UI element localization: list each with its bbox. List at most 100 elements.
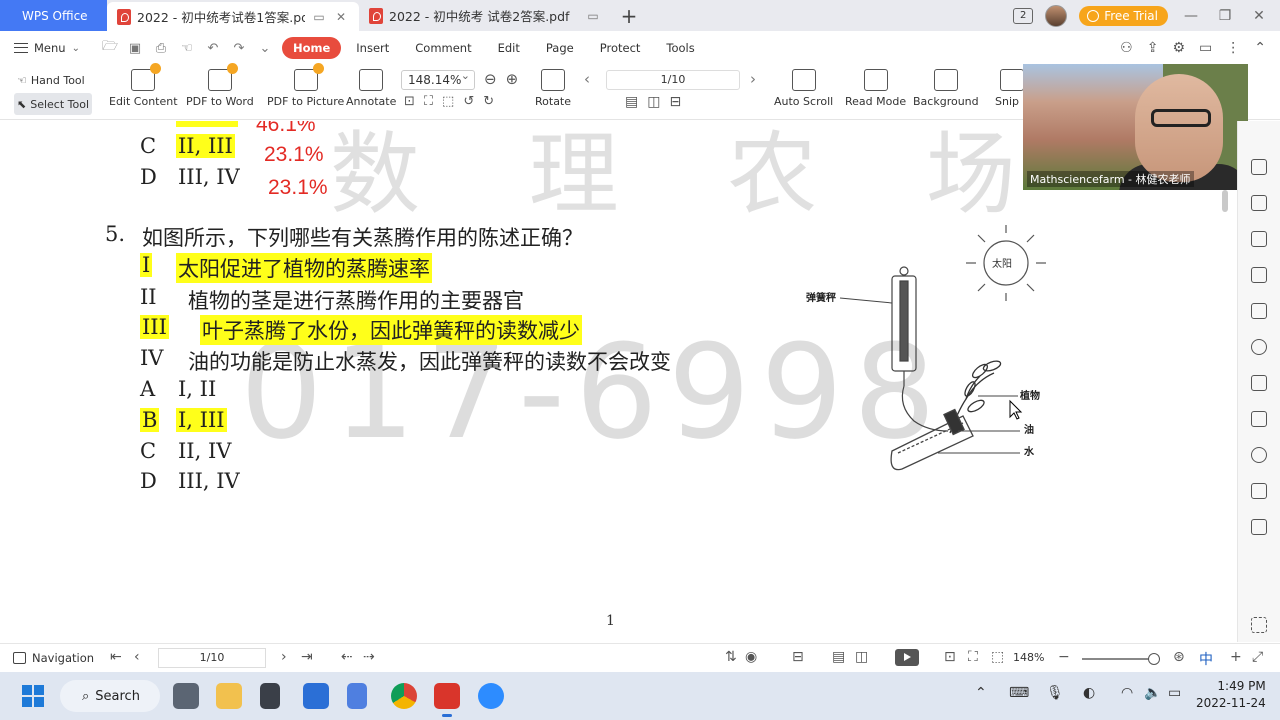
restore-icon[interactable]: ❐ xyxy=(1214,8,1236,24)
zoom-out-icon[interactable]: ⊖ xyxy=(484,70,497,88)
sign-sidebar-icon[interactable] xyxy=(1251,411,1267,427)
vertical-scrollbar[interactable] xyxy=(1222,190,1228,212)
forward-icon[interactable]: ⇢ xyxy=(363,649,375,665)
eye-protection-icon[interactable]: ◉ xyxy=(745,649,757,665)
zoom-out-icon[interactable]: − xyxy=(1058,649,1070,665)
tab-document-2[interactable]: 2022 - 初中统考 试卷2答案.pdf ▭ xyxy=(359,0,611,31)
document-sidebar-icon[interactable] xyxy=(1251,195,1267,211)
first-page-icon[interactable]: ⇤ xyxy=(110,649,122,665)
continuous-view-icon[interactable]: ⊟ xyxy=(792,649,804,665)
document-canvas[interactable]: 数 理 农 场 017-6998 46.1% C II, III 23.1% D… xyxy=(0,121,1236,642)
rotate-left-icon[interactable]: ↺ xyxy=(463,94,474,109)
tab-home[interactable]: Home xyxy=(281,37,342,59)
edit-content-button[interactable]: Edit Content xyxy=(109,63,178,108)
status-page-input[interactable]: 1/10 xyxy=(158,648,266,668)
mail-icon[interactable] xyxy=(303,683,329,709)
battery-icon[interactable]: ▭ xyxy=(1168,685,1181,701)
redo-icon[interactable]: ↷ xyxy=(232,41,246,56)
input-method-icon[interactable]: 中 xyxy=(1199,649,1213,669)
windows-start-icon[interactable] xyxy=(22,685,44,707)
rotate-right-icon[interactable]: ↻ xyxy=(483,94,494,109)
ime-icon[interactable]: ⊛ xyxy=(1173,649,1185,665)
two-page-icon[interactable]: ◫ xyxy=(647,94,660,110)
zoom-in-icon[interactable]: ⊕ xyxy=(506,70,519,88)
zoom-select[interactable]: 148.14% xyxy=(401,69,475,90)
navigation-toggle[interactable]: Navigation xyxy=(13,651,94,665)
fullscreen-icon[interactable]: ⤢ xyxy=(1252,649,1263,665)
hand-tool-button[interactable]: ☜ Hand Tool xyxy=(14,69,92,91)
zoom-app-icon[interactable] xyxy=(478,683,504,709)
actual-size-icon[interactable]: ⊡ xyxy=(404,94,415,109)
more-icon[interactable]: ⋮ xyxy=(1226,40,1240,56)
video-overlay[interactable]: Mathsciencefarm - 林健农老师 xyxy=(1023,64,1248,190)
comment-icon[interactable]: ▭ xyxy=(1199,40,1212,56)
layout-sidebar-icon[interactable] xyxy=(1251,267,1267,283)
tray-overflow-icon[interactable]: ⌃ xyxy=(975,685,987,701)
wps-home-tab[interactable]: WPS Office xyxy=(0,0,107,31)
tab-protect[interactable]: Protect xyxy=(589,37,652,59)
free-trial-button[interactable]: Free Trial xyxy=(1079,5,1168,26)
zoom-in-icon[interactable]: + xyxy=(1230,649,1242,665)
prev-page-icon[interactable]: ‹ xyxy=(134,649,140,665)
chrome-icon[interactable] xyxy=(391,683,417,709)
minimize-icon[interactable]: — xyxy=(1180,8,1202,24)
tray-app-icon[interactable]: ◐ xyxy=(1083,685,1095,701)
close-tab-icon[interactable]: ✕ xyxy=(333,10,349,24)
pin-icon[interactable]: ▭ xyxy=(585,9,601,23)
taskbar-search[interactable]: ⌕ Search xyxy=(60,680,160,712)
background-button[interactable]: Background xyxy=(913,69,979,108)
next-page-icon[interactable]: › xyxy=(281,649,287,665)
fit-page-icon[interactable]: ⛶ xyxy=(968,649,978,665)
share-icon[interactable]: ⇪ xyxy=(1147,40,1159,56)
status-zoom[interactable]: 148% xyxy=(1013,651,1044,664)
close-window-icon[interactable]: ✕ xyxy=(1248,8,1270,24)
tab-edit[interactable]: Edit xyxy=(487,37,531,59)
single-page-icon[interactable]: ▤ xyxy=(625,94,638,110)
tab-tools[interactable]: Tools xyxy=(655,37,705,59)
fit-width-icon[interactable]: ⬚ xyxy=(442,94,454,109)
volume-icon[interactable]: 🔈 xyxy=(1144,685,1161,701)
tab-page[interactable]: Page xyxy=(535,37,585,59)
wifi-icon[interactable]: ◠ xyxy=(1121,685,1133,701)
select-tool-button[interactable]: ⬉ Select Tool xyxy=(14,93,93,115)
share-user-icon[interactable]: ⚇ xyxy=(1120,40,1133,56)
open-folder-icon[interactable]: 🗁 xyxy=(102,37,118,59)
compare-sidebar-icon[interactable] xyxy=(1251,483,1267,499)
back-icon[interactable]: ⇠ xyxy=(341,649,353,665)
file-explorer-icon[interactable] xyxy=(216,683,242,709)
save-icon[interactable]: ▣ xyxy=(128,41,142,56)
pdf-to-picture-button[interactable]: PDF to Picture xyxy=(267,63,344,108)
window-count-badge[interactable]: 2 xyxy=(1013,7,1034,24)
print-sidebar-icon[interactable] xyxy=(1251,375,1267,391)
menu-button[interactable]: Menu ⌄ xyxy=(14,41,80,55)
keyboard-icon[interactable]: ⌨ xyxy=(1009,685,1029,701)
annotate-button[interactable]: Annotate xyxy=(346,69,396,108)
sync-icon[interactable]: ⇅ xyxy=(725,649,737,665)
continuous-icon[interactable]: ⊟ xyxy=(669,94,681,110)
actual-size-icon[interactable]: ⊡ xyxy=(944,649,956,665)
undo-icon[interactable]: ↶ xyxy=(206,41,220,56)
auto-scroll-button[interactable]: Auto Scroll xyxy=(774,69,833,108)
print-icon[interactable]: ⎙ xyxy=(154,41,168,56)
edit-sidebar-icon[interactable] xyxy=(1251,159,1267,175)
wps-taskbar-icon[interactable] xyxy=(434,683,460,717)
last-page-icon[interactable]: ⇥ xyxy=(301,649,313,665)
search-sidebar-icon[interactable] xyxy=(1251,339,1267,355)
tab-comment[interactable]: Comment xyxy=(404,37,482,59)
next-page-icon[interactable]: › xyxy=(750,70,756,88)
microphone-icon[interactable]: 🎙 xyxy=(1046,685,1064,701)
zoom-slider[interactable] xyxy=(1082,653,1160,665)
rotate-button[interactable]: Rotate xyxy=(535,69,571,108)
collapse-ribbon-icon[interactable]: ⌃ xyxy=(1254,40,1266,56)
customize-icon[interactable]: ⌄ xyxy=(258,41,272,56)
calculator-icon[interactable] xyxy=(260,683,280,709)
settings-icon[interactable]: ⚙ xyxy=(1172,40,1185,56)
notepad-icon[interactable] xyxy=(347,683,367,709)
prev-page-icon[interactable]: ‹ xyxy=(584,70,590,88)
help-sidebar-icon[interactable] xyxy=(1251,447,1267,463)
new-tab-button[interactable]: + xyxy=(611,0,647,31)
system-clock[interactable]: 1:49 PM 2022-11-24 xyxy=(1196,678,1266,712)
fit-width-icon[interactable]: ⬚ xyxy=(991,649,1004,665)
hand-icon[interactable]: ☜ xyxy=(180,41,194,56)
tab-insert[interactable]: Insert xyxy=(345,37,400,59)
